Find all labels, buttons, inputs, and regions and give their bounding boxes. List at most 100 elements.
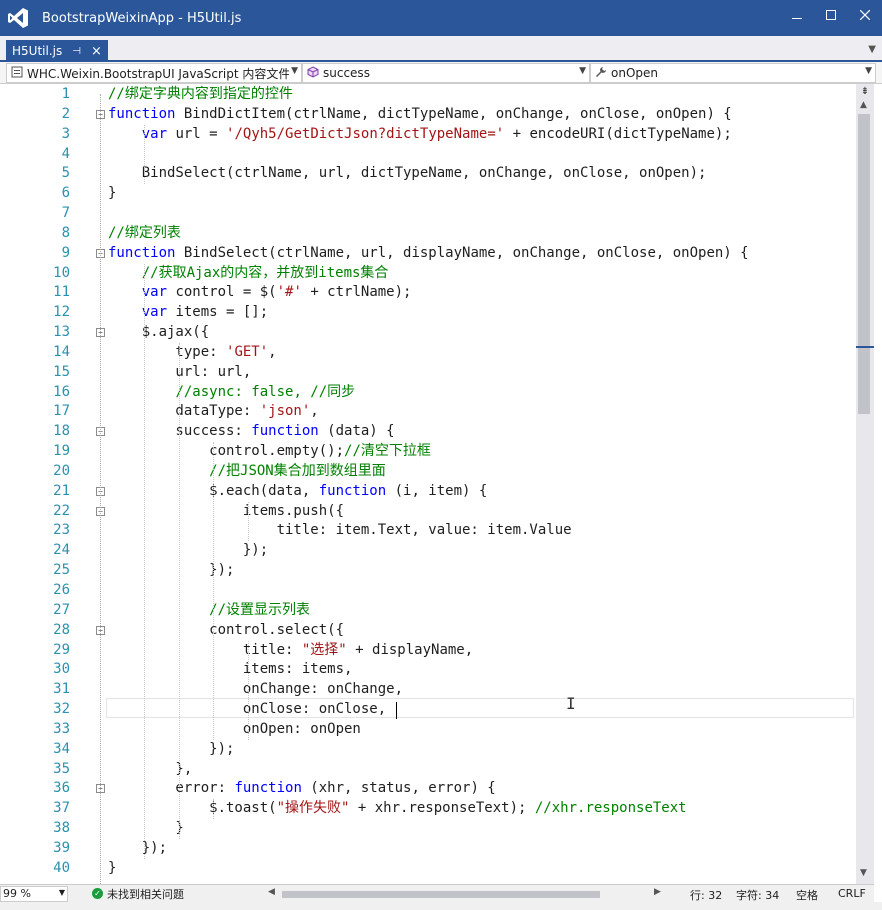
code-line[interactable]: 2− function BindDictItem(ctrlName, dictTy… [0,105,856,125]
code-token: $.toast( [108,800,277,817]
code-token: '/Qyh5/GetDictJson?dictTypeName=' [226,125,505,142]
code-line[interactable]: 7 [0,204,856,224]
horizontal-scroll-thumb[interactable] [282,891,600,898]
code-line[interactable]: 31 onChange: onChange, [0,680,856,700]
code-line[interactable]: 34 }); [0,740,856,760]
code-line[interactable]: 14 type: 'GET', [0,343,856,363]
minimize-button[interactable] [780,0,814,30]
line-number: 1 [61,86,70,102]
code-editor[interactable]: 1 //绑定字典内容到指定的控件 2− function BindDictItem(c… [0,84,856,884]
project-dropdown[interactable]: WHC.Weixin.BootstrapUI JavaScript 内容文件 ▼ [6,63,302,83]
code-line[interactable]: 38 } [0,819,856,839]
check-circle-icon: ✓ [92,888,103,899]
indent-guide [247,640,249,740]
line-number: 36 [53,780,70,797]
vertical-scrollbar[interactable]: ⇟ ▲ ▼ [856,84,874,884]
window-title: BootstrapWeixinApp - H5Util.js [42,10,242,26]
fold-margin-guide [100,94,101,884]
code-text: //设置显示列表 [108,601,310,621]
code-token: + encodeURI(dictTypeName); [504,125,732,142]
code-text: $.toast("操作失败" + xhr.responseText); //xh… [108,799,686,819]
code-line[interactable]: 16 //async: false, //同步 [0,383,856,403]
code-token: //设置显示列表 [209,601,311,618]
code-line[interactable]: 8 //绑定列表 [0,224,856,244]
code-line[interactable]: 26 [0,581,856,601]
scope-dropdown[interactable]: success ▼ [302,63,590,83]
code-line[interactable]: 23 title: item.Text, value: item.Value [0,521,856,541]
code-token: (xhr, status, error) { [301,780,496,797]
scroll-right-icon[interactable]: ▶ [654,887,661,897]
code-line[interactable]: 11 var control = $('#' + ctrlName); [0,283,856,303]
navigation-bar: WHC.Weixin.BootstrapUI JavaScript 内容文件 ▼… [0,62,882,84]
indent-guide [144,124,146,185]
code-line[interactable]: 25 }); [0,561,856,581]
tab-label: H5Util.js [12,44,63,58]
code-token: }); [108,542,269,559]
issues-indicator[interactable]: ✓ 未找到相关问题 [92,886,184,902]
line-number: 6 [61,185,70,202]
code-text: items.push({ [108,502,344,522]
code-line[interactable]: 1 //绑定字典内容到指定的控件 [0,85,856,105]
code-token: }); [108,562,235,579]
indent-guide [213,799,215,820]
line-number: 40 [53,859,70,876]
code-text: //绑定列表 [108,224,181,244]
code-line[interactable]: 36− error: function (xhr, status, error)… [0,779,856,799]
code-line[interactable]: 5 BindSelect(ctrlName, url, dictTypeName… [0,164,856,184]
tab-list-dropdown-icon[interactable]: ▼ [868,44,876,55]
indent-guide [178,342,180,839]
code-line[interactable]: 17 dataType: 'json', [0,402,856,422]
code-line[interactable]: 40} [0,859,856,879]
code-token: $.ajax({ [108,324,210,341]
code-line[interactable]: 3 var url = '/Qyh5/GetDictJson?dictTypeN… [0,125,856,145]
code-line[interactable]: 35 }, [0,760,856,780]
code-text: title: "选择" + displayName, [108,641,473,661]
code-line[interactable]: 12 var items = []; [0,303,856,323]
code-token: '#' [276,284,302,301]
code-token: //获取Ajax的内容，并放到items集合 [141,264,389,281]
maximize-button[interactable] [814,0,848,30]
line-number: 39 [53,839,70,856]
code-line[interactable]: 15 url: url, [0,363,856,383]
code-line[interactable]: 30 items: items, [0,660,856,680]
pin-icon[interactable]: ⊣ [72,46,81,57]
zoom-dropdown[interactable]: 99 % ▼ [0,885,68,902]
code-line[interactable]: 33 onOpen: onOpen [0,720,856,740]
code-line[interactable]: 37 $.toast("操作失败" + xhr.responseText); /… [0,799,856,819]
code-text: }); [108,541,268,561]
code-line[interactable]: 22− items.push({ [0,502,856,522]
code-line[interactable]: 19 control.empty();//清空下拉框 [0,442,856,462]
split-view-icon[interactable]: ⇟ [858,86,872,98]
code-line[interactable]: 29 title: "选择" + displayName, [0,641,856,661]
code-line[interactable]: 27 //设置显示列表 [0,601,856,621]
code-line[interactable]: 24 }); [0,541,856,561]
code-text: } [108,859,116,879]
scroll-down-icon[interactable]: ▼ [860,868,867,878]
code-token: items = []; [167,304,269,321]
code-line[interactable]: 4 [0,145,856,165]
tab-h5util[interactable]: H5Util.js ⊣ × [6,40,108,62]
code-line[interactable]: 20 //把JSON集合加到数组里面 [0,462,856,482]
code-line[interactable]: 6} [0,184,856,204]
code-line[interactable]: 39 }); [0,839,856,859]
vertical-scroll-thumb[interactable] [858,114,870,414]
close-window-button[interactable] [848,0,882,30]
code-line[interactable]: 9− function BindSelect(ctrlName, url, dis… [0,244,856,264]
member-dropdown[interactable]: onOpen ▼ [590,63,876,83]
scroll-left-icon[interactable]: ◀ [268,887,275,897]
scope-label: success [323,66,370,80]
code-text: }); [108,839,167,859]
line-number: 27 [53,601,70,618]
horizontal-scrollbar[interactable]: ◀ ▶ [268,887,662,899]
code-line[interactable]: 28− control.select({ [0,621,856,641]
tab-close-icon[interactable]: × [91,44,102,59]
code-token: BindSelect(ctrlName, url, dictTypeName, … [108,165,707,182]
line-number: 23 [53,522,70,539]
code-line[interactable]: 13− $.ajax({ [0,323,856,343]
scroll-up-icon[interactable]: ▲ [860,100,867,110]
code-line[interactable]: 18− success: function (data) { [0,422,856,442]
code-line[interactable]: 32 onClose: onClose, [0,700,856,720]
code-line[interactable]: 21− $.each(data, function (i, item) { [0,482,856,502]
code-line[interactable]: 10 //获取Ajax的内容，并放到items集合 [0,264,856,284]
